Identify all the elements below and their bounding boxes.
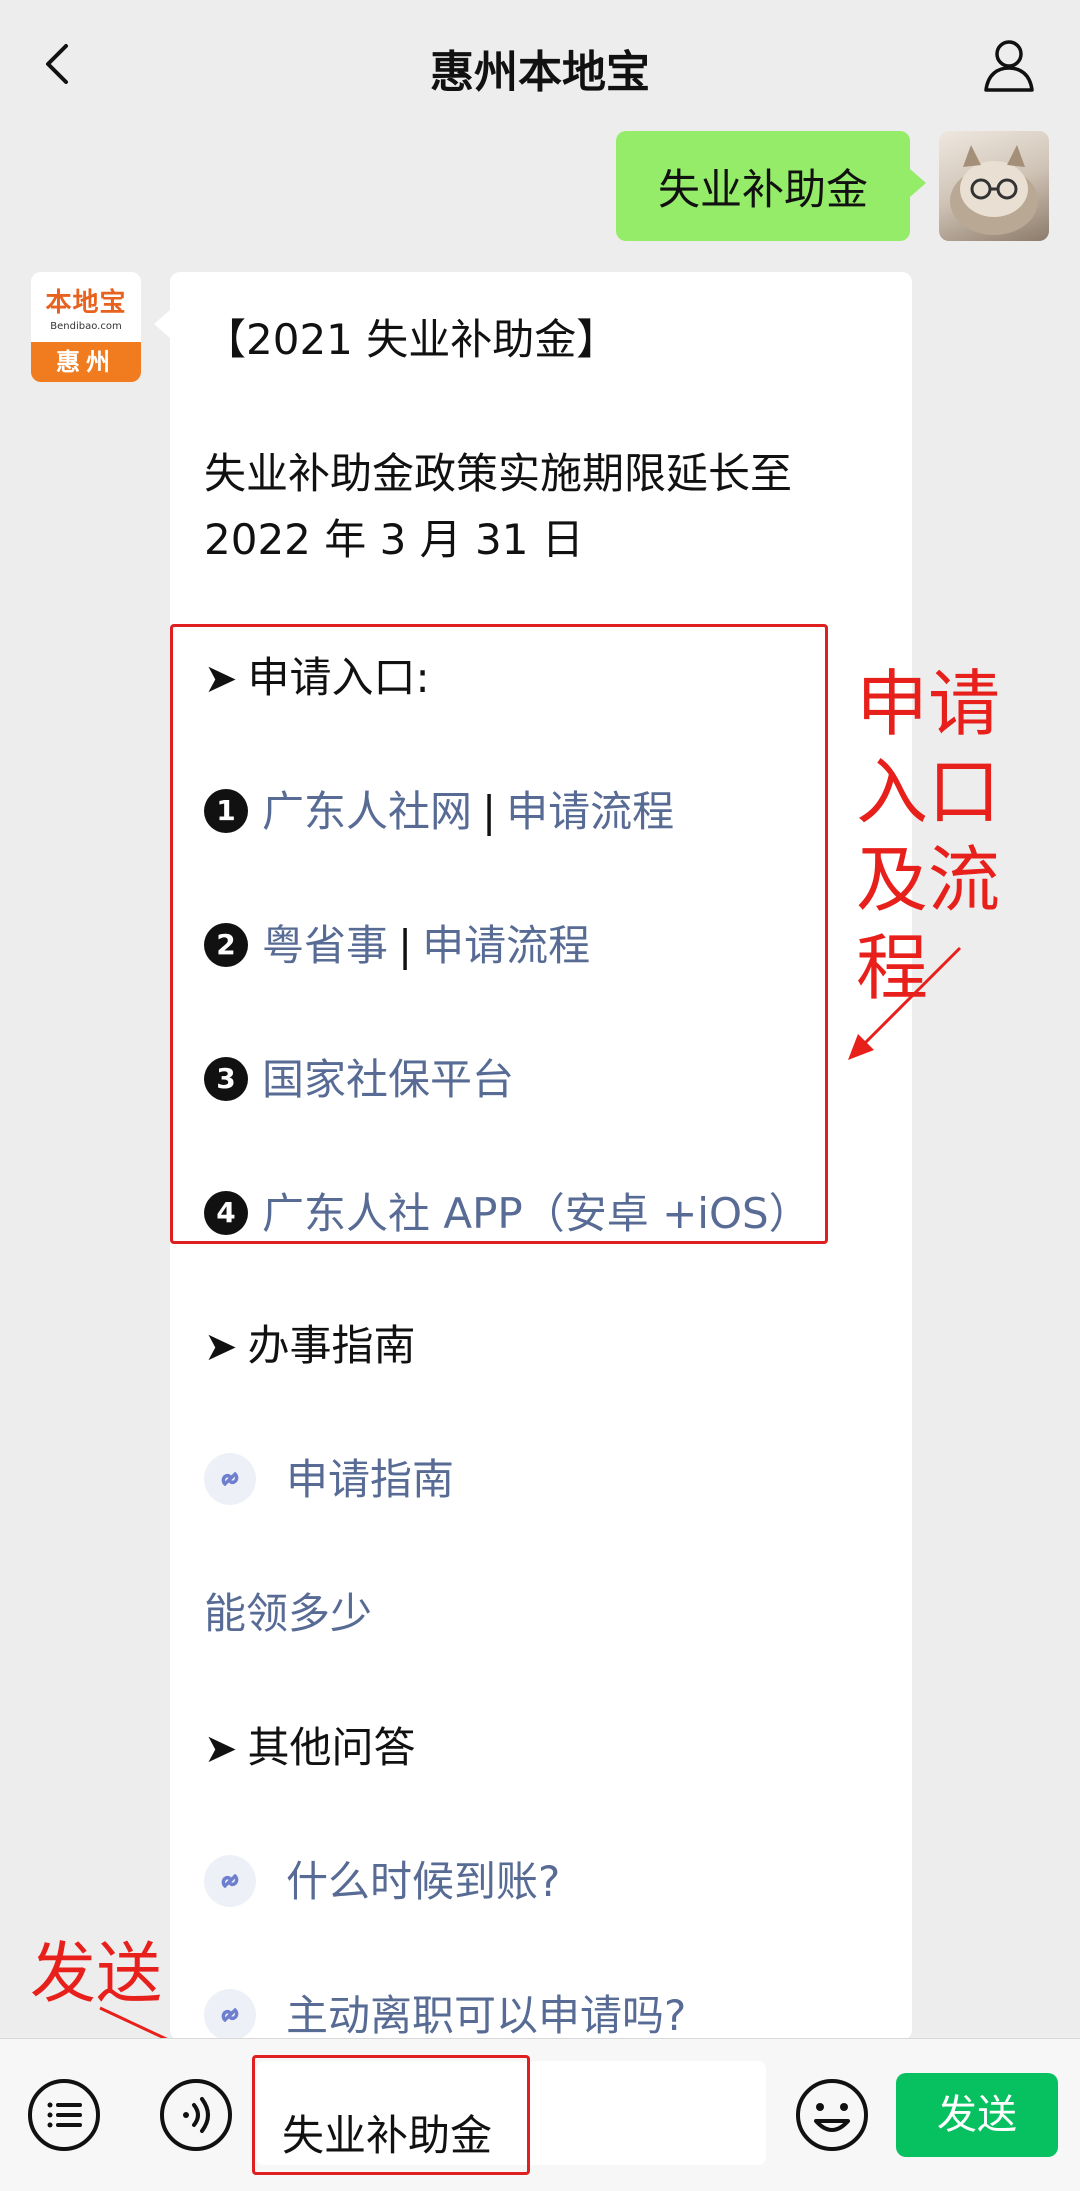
- link-when-arrive[interactable]: 什么时候到账?: [286, 1857, 560, 1906]
- chat-title: 惠州本地宝: [430, 47, 650, 98]
- link-how-much[interactable]: 能领多少: [204, 1589, 372, 1638]
- composer-bar: 发送: [0, 2038, 1080, 2191]
- annotation-arrow-icon: [848, 946, 962, 1060]
- reply-title: 【2021 失业补助金】: [204, 315, 619, 364]
- policy-line-1: 失业补助金政策实施期限延长至: [204, 449, 793, 498]
- profile-icon[interactable]: [978, 34, 1040, 96]
- qa-link-row-1: 什么时候到账?: [204, 1848, 560, 1911]
- official-account-avatar[interactable]: 本地宝 Bendibao.com 惠州: [31, 272, 141, 382]
- sent-message-bubble[interactable]: 失业补助金: [616, 131, 926, 241]
- emoji-icon[interactable]: [794, 2077, 870, 2153]
- menu-list-icon[interactable]: [26, 2077, 102, 2153]
- amount-link-row: 能领多少: [204, 1580, 372, 1641]
- mini-program-link-icon: [204, 1452, 256, 1505]
- guide-link-row: 申请指南: [204, 1446, 454, 1509]
- chat-header: 惠州本地宝: [0, 0, 1080, 128]
- user-avatar[interactable]: [939, 131, 1049, 241]
- guide-heading: ➤ 办事指南: [204, 1321, 416, 1370]
- link-quit-voluntarily[interactable]: 主动离职可以申请吗?: [286, 1991, 686, 2040]
- qa-link-row-2: 主动离职可以申请吗?: [204, 1982, 686, 2045]
- oa-city-label: 惠州: [31, 342, 141, 382]
- qa-heading: ➤ 其他问答: [204, 1723, 416, 1772]
- mini-program-link-icon: [204, 1854, 256, 1907]
- policy-line-2: 2022 年 3 月 31 日: [204, 515, 584, 564]
- oa-logo-text: 本地宝: [45, 288, 127, 318]
- arrow-bullet-icon: ➤: [204, 1726, 238, 1772]
- send-button[interactable]: 发送: [896, 2073, 1058, 2157]
- oa-logo-url: Bendibao.com: [50, 321, 122, 332]
- arrow-bullet-icon: ➤: [204, 1324, 238, 1370]
- message-input-text[interactable]: 失业补助金: [282, 2102, 492, 2163]
- annotation-highlight-box: [170, 624, 828, 1244]
- link-apply-guide[interactable]: 申请指南: [286, 1455, 454, 1504]
- voice-input-icon[interactable]: [158, 2077, 234, 2153]
